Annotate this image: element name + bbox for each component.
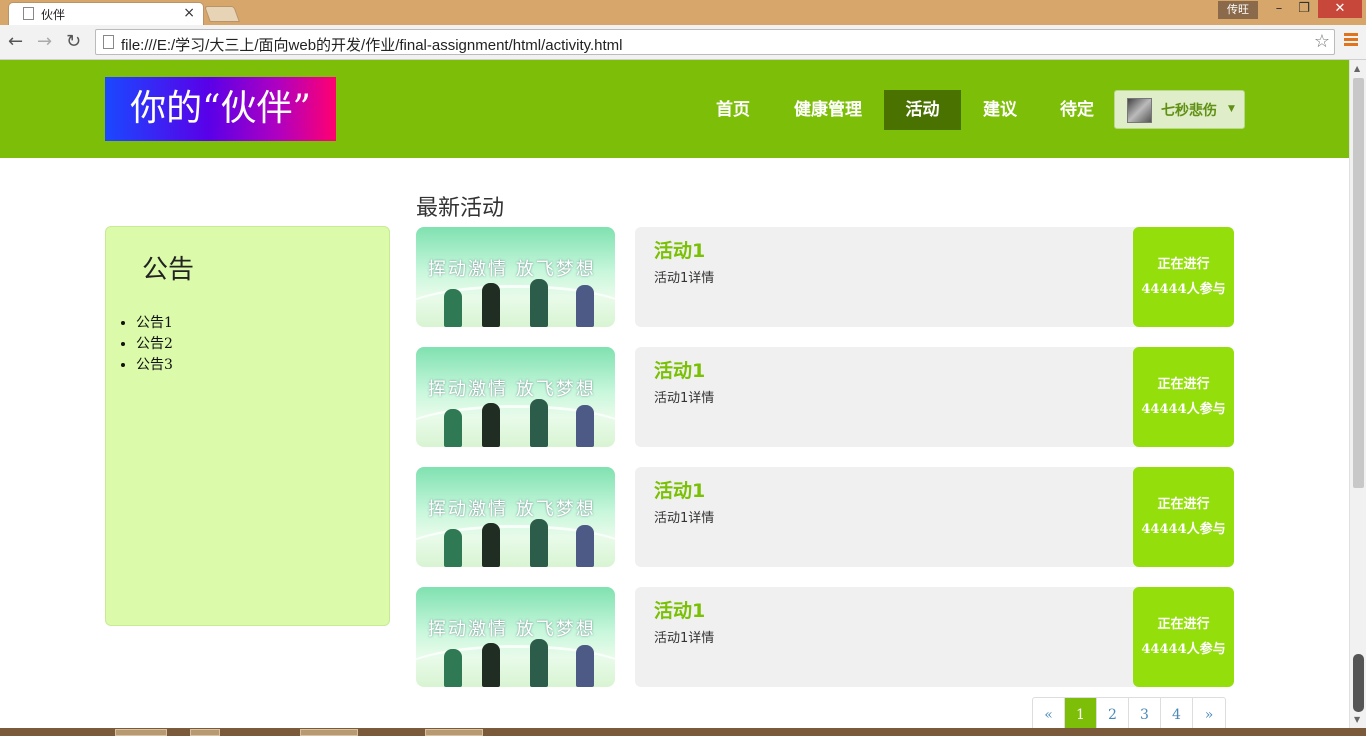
pagination-page[interactable]: 3 xyxy=(1129,698,1161,728)
site-navbar: 你的“伙伴” 首页 健康管理 活动 建议 待定 七秒悲伤 ▼ xyxy=(0,60,1349,158)
activity-desc: 活动1详情 xyxy=(654,631,715,646)
taskbar-button[interactable] xyxy=(425,729,483,736)
nav-item-suggest[interactable]: 建议 xyxy=(965,90,1035,130)
pagination-prev[interactable]: « xyxy=(1033,698,1065,728)
notice-item[interactable]: 公告2 xyxy=(136,334,173,355)
chevron-down-icon: ▼ xyxy=(1228,104,1235,114)
page-viewport: 你的“伙伴” 首页 健康管理 活动 建议 待定 七秒悲伤 ▼ 公告 公告1 公告… xyxy=(0,60,1349,728)
pagination-page[interactable]: 1 xyxy=(1065,698,1097,728)
pagination-page[interactable]: 4 xyxy=(1161,698,1193,728)
activity-image-banner: 挥动激情 放飞梦想 xyxy=(428,259,596,280)
activity-status: 正在进行 44444人参与 xyxy=(1133,587,1234,687)
nav-item-health[interactable]: 健康管理 xyxy=(785,90,871,130)
activity-title[interactable]: 活动1 xyxy=(654,476,705,503)
activity-status-text: 正在进行 xyxy=(1157,377,1210,392)
activity-image[interactable]: 挥动激情 放飞梦想 xyxy=(416,587,615,687)
close-window-button[interactable]: ✕ xyxy=(1318,0,1362,18)
notice-item[interactable]: 公告3 xyxy=(136,355,173,376)
os-taskbar xyxy=(0,728,1366,736)
tab-title: 伙伴 xyxy=(41,8,66,22)
back-arrow-icon[interactable]: ← xyxy=(8,31,23,52)
activity-list: 挥动激情 放飞梦想 活动1 活动1详情 正在进行 44444人参与 挥动激情 放… xyxy=(416,227,1234,707)
activity-status-text: 正在进行 xyxy=(1157,257,1210,272)
activity-participant-count: 44444人参与 xyxy=(1141,282,1226,297)
activity-item[interactable]: 挥动激情 放飞梦想 活动1 活动1详情 正在进行 44444人参与 xyxy=(416,347,1234,447)
activity-item[interactable]: 挥动激情 放飞梦想 活动1 活动1详情 正在进行 44444人参与 xyxy=(416,587,1234,687)
user-dropdown[interactable]: 七秒悲伤 ▼ xyxy=(1114,90,1245,129)
activity-title[interactable]: 活动1 xyxy=(654,356,705,383)
tab-close-icon[interactable]: × xyxy=(183,5,195,21)
notice-list: 公告1 公告2 公告3 xyxy=(136,313,173,376)
url-text[interactable]: file:///E:/学习/大三上/面向web的开发/作业/final-assi… xyxy=(121,34,623,55)
minimize-button[interactable]: – xyxy=(1266,0,1292,18)
taskbar-button[interactable] xyxy=(190,729,220,736)
notice-panel: 公告 公告1 公告2 公告3 xyxy=(105,226,390,626)
pagination: « 1 2 3 4 » xyxy=(1032,697,1226,728)
notice-title: 公告 xyxy=(142,255,195,285)
scroll-up-icon[interactable]: ▲ xyxy=(1354,64,1360,73)
taskbar-button[interactable] xyxy=(115,729,167,736)
page-icon xyxy=(103,35,114,49)
activity-participant-count: 44444人参与 xyxy=(1141,522,1226,537)
scrollbar-thumb[interactable] xyxy=(1353,78,1364,488)
notice-item[interactable]: 公告1 xyxy=(136,313,173,334)
activity-image[interactable]: 挥动激情 放飞梦想 xyxy=(416,347,615,447)
nav-item-tbd[interactable]: 待定 xyxy=(1042,90,1112,130)
pagination-page[interactable]: 2 xyxy=(1097,698,1129,728)
scroll-down-icon[interactable]: ▼ xyxy=(1354,715,1360,724)
activity-image-banner: 挥动激情 放飞梦想 xyxy=(428,379,596,400)
activity-status-text: 正在进行 xyxy=(1157,497,1210,512)
activity-item[interactable]: 挥动激情 放飞梦想 活动1 活动1详情 正在进行 44444人参与 xyxy=(416,467,1234,567)
activity-desc: 活动1详情 xyxy=(654,271,715,286)
activity-status: 正在进行 44444人参与 xyxy=(1133,347,1234,447)
nav-item-home[interactable]: 首页 xyxy=(698,90,768,130)
activity-participant-count: 44444人参与 xyxy=(1141,402,1226,417)
section-title: 最新活动 xyxy=(416,196,505,221)
avatar xyxy=(1127,98,1152,123)
browser-toolbar: ← → ↻ file:///E:/学习/大三上/面向web的开发/作业/fina… xyxy=(0,25,1366,60)
taskbar-button[interactable] xyxy=(300,729,358,736)
browser-titlebar: 伙伴 × 传旺 – ❐ ✕ xyxy=(0,0,1366,25)
maximize-button[interactable]: ❐ xyxy=(1291,0,1317,18)
site-logo[interactable]: 你的“伙伴” xyxy=(105,77,336,141)
forward-arrow-icon[interactable]: → xyxy=(37,31,52,52)
activity-status-text: 正在进行 xyxy=(1157,617,1210,632)
page-scrollbar[interactable]: ▲ ▼ xyxy=(1349,60,1366,728)
activity-desc: 活动1详情 xyxy=(654,391,715,406)
address-bar[interactable]: file:///E:/学习/大三上/面向web的开发/作业/final-assi… xyxy=(95,29,1335,55)
reload-icon[interactable]: ↻ xyxy=(66,31,81,52)
activity-title[interactable]: 活动1 xyxy=(654,596,705,623)
user-name: 七秒悲伤 xyxy=(1161,103,1217,119)
activity-image[interactable]: 挥动激情 放飞梦想 xyxy=(416,467,615,567)
activity-status: 正在进行 44444人参与 xyxy=(1133,227,1234,327)
browser-menu-icon[interactable] xyxy=(1344,33,1358,48)
activity-title[interactable]: 活动1 xyxy=(654,236,705,263)
activity-status: 正在进行 44444人参与 xyxy=(1133,467,1234,567)
browser-user-badge[interactable]: 传旺 xyxy=(1218,1,1258,19)
browser-tab[interactable]: 伙伴 × xyxy=(8,2,204,25)
new-tab-button[interactable] xyxy=(204,6,240,22)
activity-image[interactable]: 挥动激情 放飞梦想 xyxy=(416,227,615,327)
activity-desc: 活动1详情 xyxy=(654,511,715,526)
activity-participant-count: 44444人参与 xyxy=(1141,642,1226,657)
scroll-indicator xyxy=(1353,654,1364,712)
page-icon xyxy=(23,7,34,20)
bookmark-star-icon[interactable]: ☆ xyxy=(1314,31,1330,52)
pagination-next[interactable]: » xyxy=(1193,698,1225,728)
activity-item[interactable]: 挥动激情 放飞梦想 活动1 活动1详情 正在进行 44444人参与 xyxy=(416,227,1234,327)
nav-item-activity[interactable]: 活动 xyxy=(884,90,961,130)
activity-image-banner: 挥动激情 放飞梦想 xyxy=(428,619,596,640)
activity-image-banner: 挥动激情 放飞梦想 xyxy=(428,499,596,520)
